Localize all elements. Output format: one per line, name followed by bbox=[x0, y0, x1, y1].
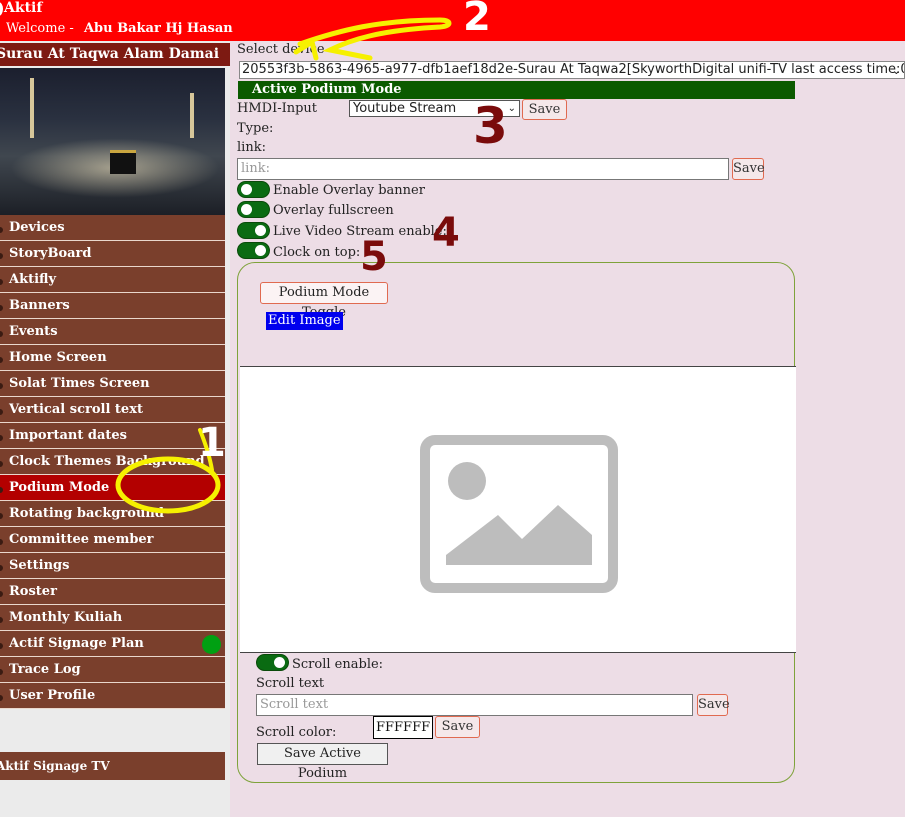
annotation-number: 2 bbox=[463, 0, 491, 40]
annotation-layer bbox=[115, 17, 452, 514]
annotation-circle bbox=[115, 456, 221, 514]
annotation-number: 1 bbox=[198, 420, 226, 466]
annotation-number: 5 bbox=[360, 234, 388, 280]
annotation-number: 4 bbox=[432, 210, 460, 256]
annotation-number: 3 bbox=[473, 97, 508, 155]
annotation-arrow bbox=[297, 17, 452, 61]
